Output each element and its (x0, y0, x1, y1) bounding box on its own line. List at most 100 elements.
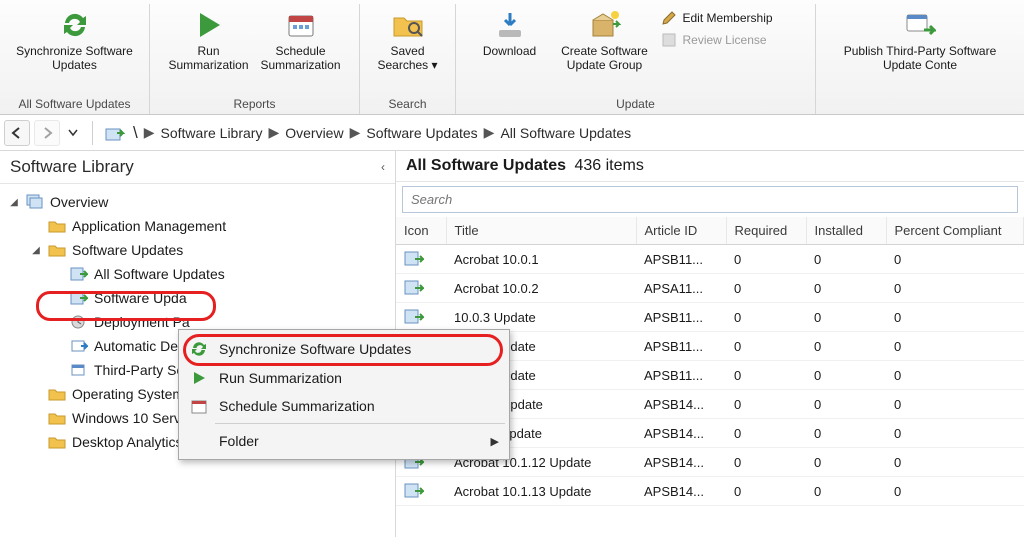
package-new-icon (588, 8, 622, 42)
saved-searches-button[interactable]: Saved Searches ▾ (366, 4, 450, 76)
cell-compliant: 0 (886, 390, 1024, 419)
cell-installed: 0 (806, 303, 886, 332)
cell-title: Acrobat 10.1.13 Update (446, 477, 636, 506)
update-icon (396, 274, 446, 303)
column-header[interactable]: Required (726, 217, 806, 245)
tree-item-label: All Software Updates (94, 266, 225, 282)
cell-installed: 0 (806, 419, 886, 448)
column-header[interactable]: Article ID (636, 217, 726, 245)
cell-installed: 0 (806, 390, 886, 419)
cell-compliant: 0 (886, 303, 1024, 332)
sidebar-header: Software Library ‹ (0, 151, 395, 184)
ribbon-group-label: All Software Updates (6, 95, 143, 114)
update-icon (396, 245, 446, 274)
main: Software Library ‹ ◢OverviewApplication … (0, 151, 1024, 537)
ribbon: Synchronize Software Updates All Softwar… (0, 0, 1024, 115)
cell-required: 0 (726, 448, 806, 477)
content-header: All Software Updates 436 items (396, 151, 1024, 182)
forward-button[interactable] (34, 120, 60, 146)
stack-icon (26, 194, 44, 210)
cell-title: Acrobat 10.0.1 (446, 245, 636, 274)
run-summarization-label: Run Summarization (165, 44, 253, 72)
menu-item[interactable]: Synchronize Software Updates (181, 334, 507, 364)
column-header[interactable]: Title (446, 217, 636, 245)
cell-required: 0 (726, 274, 806, 303)
cell-compliant: 0 (886, 477, 1024, 506)
publish-thirdparty-button[interactable]: Publish Third-Party Software Update Cont… (840, 4, 1000, 76)
cell-article: APSB11... (636, 361, 726, 390)
folder-search-icon (391, 8, 425, 42)
sync-updates-label: Synchronize Software Updates (7, 44, 143, 72)
thirdparty-icon (70, 362, 88, 378)
cell-article: APSB11... (636, 245, 726, 274)
cell-required: 0 (726, 245, 806, 274)
create-update-group-label: Create Software Update Group (551, 44, 659, 72)
cell-installed: 0 (806, 448, 886, 477)
publish-icon (903, 8, 937, 42)
auto-icon (70, 338, 88, 354)
back-button[interactable] (4, 120, 30, 146)
breadcrumb: \ ▶ Software Library ▶ Overview ▶ Softwa… (133, 123, 631, 143)
column-header[interactable]: Icon (396, 217, 446, 245)
search-input[interactable] (403, 187, 1017, 212)
cell-article: APSB14... (636, 390, 726, 419)
home-icon[interactable] (103, 123, 125, 143)
calendar-icon (189, 398, 209, 414)
cell-title: 10.0.3 Update (446, 303, 636, 332)
sync-updates-button[interactable]: Synchronize Software Updates (5, 4, 145, 76)
table-row[interactable]: Acrobat 10.1.13 UpdateAPSB14...000 (396, 477, 1024, 506)
tree-item-label: Third-Party So (94, 362, 184, 378)
crumb-item[interactable]: All Software Updates (500, 125, 631, 141)
collapse-sidebar-button[interactable]: ‹ (381, 160, 385, 174)
column-header[interactable]: Percent Compliant (886, 217, 1024, 245)
expander-icon[interactable]: ◢ (30, 245, 42, 256)
cell-installed: 0 (806, 361, 886, 390)
ribbon-group-publish: Publish Third-Party Software Update Cont… (816, 4, 1024, 114)
ribbon-group-label: Search (366, 95, 449, 114)
folder-icon (48, 434, 66, 450)
crumb-item[interactable]: Software Library (161, 125, 263, 141)
menu-item-label: Run Summarization (219, 370, 342, 386)
tree-item[interactable]: ◢Software Updates (0, 238, 395, 262)
edit-membership-button[interactable]: Edit Membership (661, 10, 801, 26)
crumb-sep: \ (133, 123, 138, 143)
ribbon-group-label: Update (462, 95, 809, 114)
cell-required: 0 (726, 361, 806, 390)
table-row[interactable]: Acrobat 10.0.1APSB11...000 (396, 245, 1024, 274)
tree-item[interactable]: All Software Updates (0, 262, 395, 286)
crumb-item[interactable]: Software Updates (366, 125, 477, 141)
tree-item-label: Automatic Dep (94, 338, 186, 354)
menu-item[interactable]: Schedule Summarization (181, 392, 507, 420)
review-license-label: Review License (683, 33, 767, 47)
download-button[interactable]: Download (471, 4, 549, 62)
tree-item[interactable]: Application Management (0, 214, 395, 238)
chevron-right-icon: ▶ (268, 124, 279, 141)
chevron-right-icon: ▶ (144, 124, 155, 141)
ribbon-group-update: Download Create Software Update Group Ed… (456, 4, 816, 114)
folder-icon (48, 218, 66, 234)
sidebar-title: Software Library (10, 157, 134, 177)
table-row[interactable]: 10.0.3 UpdateAPSB11...000 (396, 303, 1024, 332)
calendar-icon (284, 8, 318, 42)
sync-icon (58, 8, 92, 42)
menu-item[interactable]: Run Summarization (181, 364, 507, 392)
table-row[interactable]: Acrobat 10.0.2APSA11...000 (396, 274, 1024, 303)
cell-compliant: 0 (886, 419, 1024, 448)
ribbon-group-reports: Run Summarization Schedule Summarization… (150, 4, 360, 114)
tree-item[interactable]: Software Upda (0, 286, 395, 310)
saved-searches-label: Saved Searches ▾ (368, 44, 448, 72)
chevron-right-icon: ▶ (491, 435, 499, 448)
schedule-summarization-button[interactable]: Schedule Summarization (255, 4, 347, 76)
crumb-item[interactable]: Overview (285, 125, 343, 141)
menu-item[interactable]: Folder▶ (181, 427, 507, 455)
create-update-group-button[interactable]: Create Software Update Group (549, 4, 661, 76)
review-license-button[interactable]: Review License (661, 32, 801, 48)
cell-article: APSB14... (636, 477, 726, 506)
expander-icon[interactable]: ◢ (8, 197, 20, 208)
content-count: 436 items (574, 157, 643, 174)
history-dropdown[interactable] (64, 120, 82, 146)
menu-separator (215, 423, 505, 424)
tree-item[interactable]: ◢Overview (0, 190, 395, 214)
run-summarization-button[interactable]: Run Summarization (163, 4, 255, 76)
column-header[interactable]: Installed (806, 217, 886, 245)
